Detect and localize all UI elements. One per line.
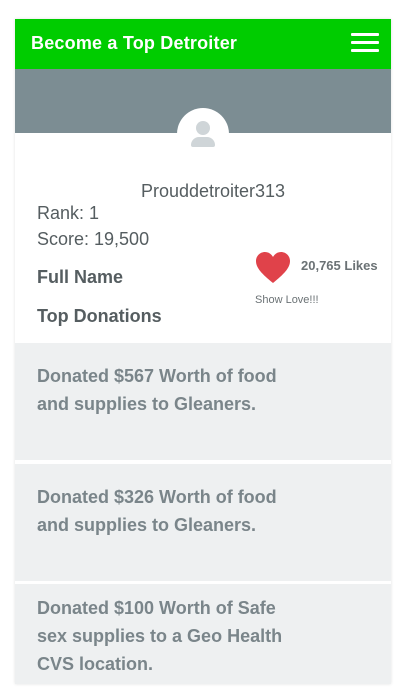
user-icon [196,121,210,135]
username: Prouddetroiter313 [140,181,286,201]
hamburger-icon-line [351,49,379,52]
top-donations-label: Top Donations [37,306,162,326]
donation-item: Donated $100 Worth of Safe sex supplies … [15,584,391,684]
heart-icon[interactable] [255,251,291,285]
full-name-label: Full Name [37,267,124,287]
user-icon-body [191,137,215,147]
profile-card: Prouddetroiter313 Rank: 1 Score: 19,500 … [15,133,391,343]
rank-text: Rank: 1 [37,203,100,223]
score-text: Score: 19,500 [37,229,150,249]
top-bar: Become a Top Detroiter [15,19,391,69]
app-title: Become a Top Detroiter [31,33,238,53]
donation-text: Donated $567 Worth of food and supplies … [37,366,277,414]
avatar [177,108,229,160]
donation-item: Donated $326 Worth of food and supplies … [15,464,391,581]
hamburger-icon-line [351,33,379,36]
donation-item: Donated $567 Worth of food and supplies … [15,343,391,460]
likes-count: 20,765 Likes [301,258,378,273]
show-love-link[interactable]: Show Love!!! [255,294,319,306]
app-frame: Become a Top Detroiter Prouddetroiter313… [15,19,391,684]
hamburger-icon-line [351,41,379,44]
donation-text: Donated $326 Worth of food and supplies … [37,487,277,535]
menu-button[interactable] [351,33,379,55]
donation-text: Donated $100 Worth of Safe sex supplies … [37,598,283,674]
